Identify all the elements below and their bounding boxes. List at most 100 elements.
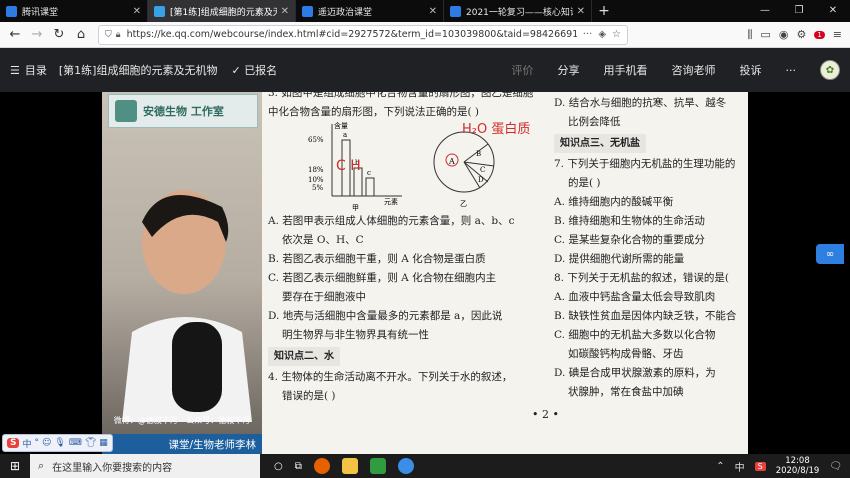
option-b: B. 若图乙表示细胞干重，则 A 化合物是蛋白质	[268, 253, 486, 265]
ask-teacher-button[interactable]: 咨询老师	[672, 62, 716, 78]
q7-option-c: C. 是某些复杂化合物的重要成分	[554, 234, 705, 246]
option-a: A. 若图甲表示组成人体细胞的元素含量，则 a、b、c	[268, 215, 515, 227]
slice-label: A	[448, 157, 455, 166]
signed-up-status: ✓ 已报名	[231, 64, 278, 77]
section-water: 知识点二、水	[268, 347, 340, 366]
page-number: • 2 •	[532, 408, 559, 421]
tab-title: 腾讯课堂	[22, 7, 59, 18]
user-avatar[interactable]: ✿	[820, 60, 840, 80]
menu-icon[interactable]: ≡	[833, 28, 842, 41]
voice-icon[interactable]: 🎙︎	[54, 438, 65, 448]
tab-favicon-icon	[450, 5, 461, 17]
close-window-icon[interactable]: ✕	[816, 0, 850, 22]
toolbox-icon[interactable]: ▦	[99, 438, 108, 448]
restore-icon[interactable]: ❐	[782, 0, 816, 22]
library-icon[interactable]: ⫼	[747, 28, 752, 42]
window-controls: — ❐ ✕	[748, 0, 850, 22]
rate-button[interactable]: 评价	[512, 62, 534, 78]
q7-option-a: A. 维持细胞内的酸碱平衡	[554, 196, 674, 208]
catalog-button[interactable]: ☰ 目录	[10, 62, 47, 78]
file-explorer-icon[interactable]	[341, 458, 358, 474]
q7-option-d: D. 提供细胞代谢所需的能量	[554, 253, 685, 265]
close-icon[interactable]: ✕	[429, 6, 437, 17]
tab-2[interactable]: 遥迈政治课堂 ✕	[296, 0, 444, 22]
option-d: D. 地壳与活细胞中含量最多的元素都是 a，因此说	[268, 310, 503, 322]
more-icon[interactable]: ···	[583, 29, 593, 40]
new-tab-button[interactable]: +	[592, 0, 616, 22]
more-actions-button[interactable]: ···	[786, 64, 797, 77]
wechat-account: 公众号：德叔不污	[186, 416, 251, 425]
firefox-icon[interactable]	[313, 458, 330, 474]
search-placeholder: 在这里输入你要搜索的内容	[52, 462, 173, 474]
report-button[interactable]: 投诉	[740, 62, 762, 78]
skin-icon[interactable]: 👕︎	[85, 438, 96, 448]
question-4-line: 4. 生物体的生命活动离不开水。下列关于水的叙述，	[268, 371, 513, 383]
weibo-handle: 微博：@德叔不污	[113, 416, 178, 425]
taskbar-search[interactable]: ⌕ 在这里输入你要搜索的内容	[30, 454, 260, 478]
tab-title: 2021一轮复习——核心知识精	[466, 7, 573, 18]
question-4-line: 错误的是( )	[282, 390, 336, 402]
tab-title: [第1练]组成细胞的元素及无	[170, 7, 277, 18]
ime-toolbar[interactable]: S 中 ° ☺ 🎙︎ ⌨ 👕︎ ▦	[2, 434, 113, 452]
tray-ime[interactable]: 中	[735, 459, 745, 474]
teacher-webcam: 安德生物 工作室 微博：@德叔不污 公众号：德叔不污	[102, 92, 262, 434]
reload-icon[interactable]: ↻	[48, 24, 70, 46]
minimize-icon[interactable]: —	[748, 0, 782, 22]
worksheet-page: 3. 如图甲是组成细胞中化合物含量的扇形图，图乙是细胞 中化合物含量的扇形图，下…	[262, 92, 748, 454]
green-app-icon[interactable]	[369, 458, 386, 474]
element-bar-chart: 含量 65% 18% 10% 5% a b c 元素 甲 C H	[308, 121, 402, 212]
y-tick: 18%	[308, 166, 324, 174]
account-icon[interactable]: ◉	[779, 28, 789, 41]
emoji-icon[interactable]: ☺	[42, 438, 51, 448]
slice-label: C	[480, 166, 485, 174]
floating-side-button[interactable]: ∞	[816, 244, 844, 264]
tab-0[interactable]: 腾讯课堂 ✕	[0, 0, 148, 22]
sogou-icon[interactable]: S	[7, 438, 20, 448]
notification-badge: 1	[814, 30, 825, 39]
windows-taskbar: ⊞ ⌕ 在这里输入你要搜索的内容 ○ ⧉ ⌃ 中 S 12:08 2020/8/…	[0, 454, 850, 478]
tray-chevron-icon[interactable]: ⌃	[716, 461, 724, 472]
punctuation-icon[interactable]: °	[35, 438, 40, 448]
sogou-tray-icon[interactable]: S	[754, 461, 766, 471]
notification-icon[interactable]: 🗨︎	[829, 461, 842, 472]
cortana-icon[interactable]: ○	[274, 461, 283, 472]
compound-pie-chart: A B C D 乙	[433, 131, 495, 208]
pocket-icon[interactable]: ◈	[598, 29, 606, 40]
sidebar-icon[interactable]: ▭	[760, 28, 770, 41]
system-clock[interactable]: 12:08 2020/8/19	[776, 456, 820, 476]
url-bar[interactable]: ⛉ 🔒︎ https://ke.qq.com/webcourse/index.h…	[98, 24, 628, 45]
close-icon[interactable]: ✕	[577, 6, 585, 17]
handwritten-annotation: H₂O 蛋白质	[462, 122, 531, 137]
task-view-icon[interactable]: ⧉	[295, 461, 302, 472]
course-header: ☰ 目录 [第1练]组成细胞的元素及无机物 ✓ 已报名 评价 分享 用手机看 咨询…	[0, 48, 850, 92]
shield-icon: ⛉	[105, 29, 112, 40]
tab-3[interactable]: 2021一轮复习——核心知识精 ✕	[444, 0, 592, 22]
home-icon[interactable]: ⌂	[70, 24, 92, 46]
q8-option-a: A. 血液中钙盐含量太低会导致肌肉	[554, 291, 716, 303]
y-tick: 10%	[308, 176, 324, 184]
lock-icon: 🔒︎	[115, 29, 121, 40]
tencent-classroom-icon[interactable]	[397, 458, 414, 474]
ime-lang[interactable]: 中	[22, 437, 31, 450]
close-icon[interactable]: ✕	[281, 6, 289, 17]
windows-start-icon[interactable]: ⊞	[0, 459, 30, 473]
extension-icon[interactable]: ⚙	[796, 28, 806, 41]
tab-1[interactable]: [第1练]组成细胞的元素及无 ✕	[148, 0, 296, 22]
signed-up-label: 已报名	[244, 64, 278, 77]
tab-favicon-icon	[154, 5, 165, 17]
close-icon[interactable]: ✕	[133, 6, 141, 17]
search-icon: ⌕	[38, 459, 45, 472]
mobile-watch-button[interactable]: 用手机看	[604, 62, 648, 78]
back-icon[interactable]: ←	[4, 24, 26, 46]
question-3-line: 3. 如图甲是组成细胞中化合物含量的扇形图，图乙是细胞	[268, 92, 534, 99]
forward-icon[interactable]: →	[26, 24, 48, 46]
bookmark-star-icon[interactable]: ☆	[612, 29, 621, 40]
keyboard-icon[interactable]: ⌨	[69, 438, 82, 448]
url-text: https://ke.qq.com/webcourse/index.html#c…	[126, 29, 577, 40]
q8-option-d: D. 碘是合成甲状腺激素的原料，为	[554, 367, 716, 379]
y-tick: 65%	[308, 136, 324, 144]
right-column: D. 结合水与细胞的抗寒、抗旱、越冬 比例会降低 知识点三、无机盐 7. 下列关…	[554, 94, 748, 402]
q6-option-d: D. 结合水与细胞的抗寒、抗旱、越冬	[554, 97, 727, 109]
share-button[interactable]: 分享	[558, 62, 580, 78]
q8-option-b: B. 缺铁性贫血是因体内缺乏铁，不能合	[554, 310, 737, 322]
